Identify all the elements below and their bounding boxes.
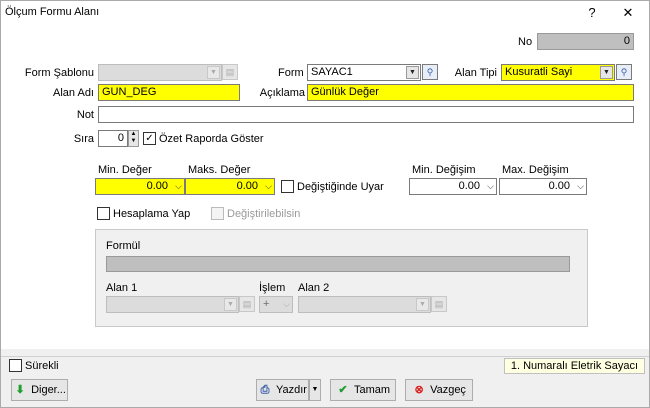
vazgec-button[interactable]: ⊗ Vazgeç: [405, 379, 473, 401]
window-title: Ölçum Formu Alanı: [5, 6, 100, 18]
alan2-label: Alan 2: [298, 282, 330, 294]
max-degisim-label: Max. Değişim: [502, 164, 569, 176]
formula-panel: Formül Alan 1 İşlem Alan 2 ▼ ▤ + ⌵ ▼ ▤: [95, 229, 588, 327]
chevron-down-icon[interactable]: ⌵: [175, 179, 182, 194]
yazdir-button[interactable]: ⎙ Yazdır: [256, 379, 309, 401]
form-sablonu-label: Form Şablonu: [24, 67, 94, 79]
chevron-down-icon[interactable]: ▼: [224, 298, 237, 311]
alan-adi-label: Alan Adı: [53, 87, 94, 99]
chevron-down-icon[interactable]: ▼: [406, 66, 419, 79]
help-button[interactable]: ?: [577, 1, 607, 25]
sira-label: Sıra: [73, 133, 94, 145]
form-combo[interactable]: SAYAC1 ▼: [307, 64, 421, 81]
close-button[interactable]: ✕: [613, 1, 643, 25]
not-input[interactable]: [98, 106, 634, 123]
degistiginde-uyar-checkbox[interactable]: [281, 180, 294, 193]
arrow-down-icon: ⬇: [15, 384, 25, 396]
aciklama-input[interactable]: Günlük Değer: [307, 84, 634, 101]
sira-input[interactable]: 0: [98, 130, 128, 147]
chevron-down-icon[interactable]: ▼: [207, 66, 220, 79]
degistiginde-uyar-label: Değiştiğinde Uyar: [297, 181, 384, 193]
min-deger-input[interactable]: 0.00 ⌵: [95, 178, 185, 195]
ozet-raporda-checkbox[interactable]: ✓: [143, 132, 156, 145]
alan1-lookup-icon[interactable]: ▤: [239, 296, 255, 312]
max-degisim-input[interactable]: 0.00 ⌵: [499, 178, 587, 195]
alan1-label: Alan 1: [106, 282, 138, 294]
chevron-down-icon[interactable]: ⌵: [487, 179, 494, 194]
chevron-down-icon[interactable]: ⌵: [265, 179, 272, 194]
no-field: 0: [537, 33, 634, 50]
alan-tipi-combo[interactable]: Kusuratli Sayi ▼: [501, 64, 615, 81]
ozet-raporda-label: Özet Raporda Göster: [159, 133, 264, 145]
alan-tipi-lookup-icon[interactable]: ⚲: [616, 64, 632, 80]
maks-deger-label: Maks. Değer: [188, 164, 251, 176]
checkmark-icon: ✔: [338, 384, 348, 396]
title-bar: Ölçum Formu Alanı ? ✕: [1, 1, 649, 25]
yazdir-dropdown-button[interactable]: ▼: [309, 379, 321, 401]
chevron-down-icon: ▼: [311, 386, 319, 393]
formul-field: [106, 256, 570, 272]
form-label: Form: [278, 67, 304, 79]
surekli-label: Sürekli: [25, 360, 59, 372]
hesaplama-yap-checkbox[interactable]: [97, 207, 110, 220]
no-label: No: [518, 36, 533, 48]
tamam-button[interactable]: ✔ Tamam: [330, 379, 396, 401]
sira-spinner[interactable]: ▲ ▼: [128, 130, 139, 147]
surekli-checkbox[interactable]: [9, 359, 22, 372]
degistirilebilsin-label: Değiştirilebilsin: [227, 208, 301, 220]
chevron-down-icon[interactable]: ⌵: [577, 179, 584, 194]
hesaplama-yap-label: Hesaplama Yap: [113, 208, 191, 220]
chevron-down-icon[interactable]: ⌵: [283, 297, 290, 312]
min-deger-label: Min. Değer: [98, 164, 152, 176]
min-degisim-input[interactable]: 0.00 ⌵: [409, 178, 497, 195]
chevron-down-icon[interactable]: ▼: [416, 298, 429, 311]
min-degisim-label: Min. Değişim: [412, 164, 476, 176]
alan-adi-input[interactable]: GUN_DEG: [98, 84, 240, 101]
dialog-window: Ölçum Formu Alanı ? ✕ No 0 Form Şablonu …: [0, 0, 650, 408]
cancel-icon: ⊗: [414, 384, 424, 396]
checkmark-icon: ✓: [145, 133, 154, 144]
form-sablonu-combo[interactable]: ▼: [98, 64, 222, 81]
spin-down-icon[interactable]: ▼: [129, 138, 138, 145]
not-label: Not: [76, 109, 94, 121]
form-sablonu-lookup-icon[interactable]: ▤: [222, 64, 238, 80]
alan2-combo[interactable]: ▼: [298, 296, 431, 313]
chevron-down-icon[interactable]: ▼: [600, 66, 613, 79]
form-lookup-icon[interactable]: ⚲: [422, 64, 438, 80]
degistirilebilsin-checkbox[interactable]: [211, 207, 224, 220]
aciklama-label: Açıklama: [259, 87, 305, 99]
alan-tipi-label: Alan Tipi: [454, 67, 497, 79]
islem-label: İşlem: [259, 282, 286, 294]
islem-combo[interactable]: + ⌵: [259, 296, 293, 313]
formul-label: Formül: [106, 240, 141, 252]
status-bar: Sürekli 1. Numaralı Eletrik Sayacı: [1, 356, 649, 374]
status-info: 1. Numaralı Eletrik Sayacı: [503, 358, 645, 374]
alan2-lookup-icon[interactable]: ▤: [431, 296, 447, 312]
alan1-combo[interactable]: ▼: [106, 296, 239, 313]
maks-deger-input[interactable]: 0.00 ⌵: [185, 178, 275, 195]
diger-button[interactable]: ⬇ Diger...: [11, 379, 68, 401]
print-preview-icon: ⎙: [260, 384, 270, 396]
spin-up-icon[interactable]: ▲: [129, 131, 138, 138]
